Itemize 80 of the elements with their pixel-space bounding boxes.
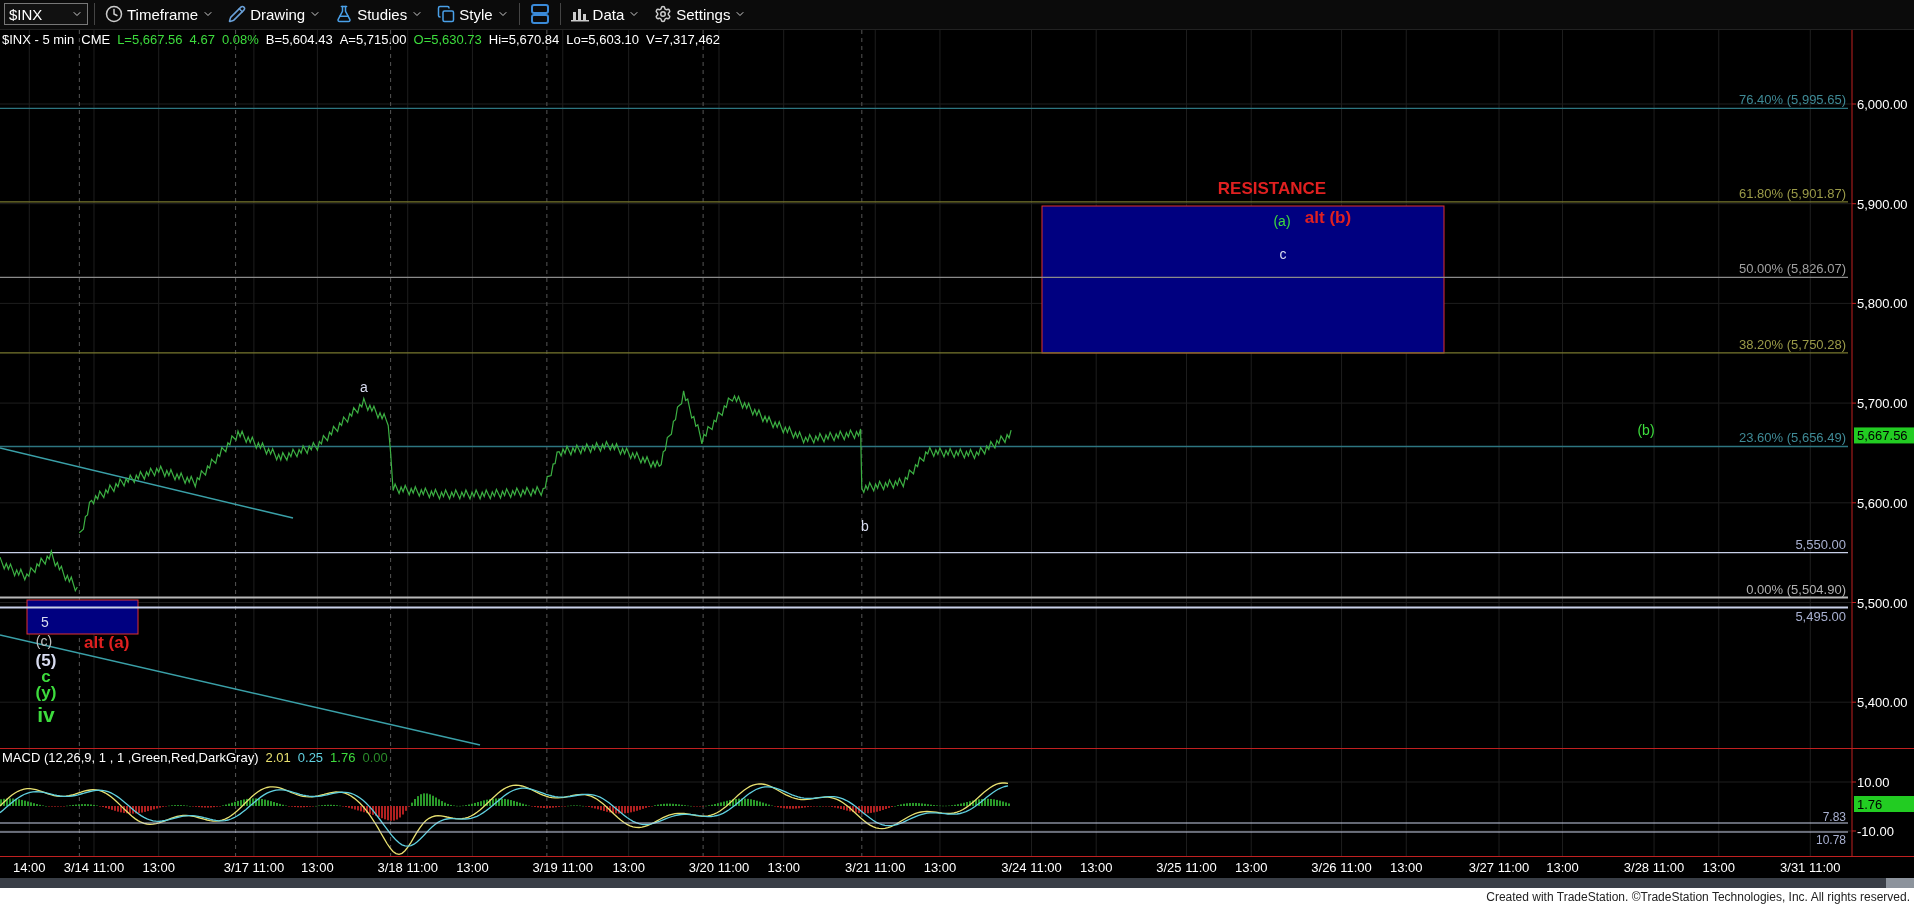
- macd-axis-label: 10.00: [1857, 774, 1890, 790]
- macd-value: 1.76: [330, 749, 356, 765]
- quote-value: L=5,667.56: [117, 31, 183, 47]
- fib-level-label: 50.00% (5,826.07): [1739, 261, 1846, 277]
- time-axis-label: 3/31 11:00: [1780, 860, 1841, 876]
- wave-label: (c): [35, 632, 53, 649]
- wave-label: alt (a): [84, 633, 130, 653]
- quote-value: V=7,317,462: [645, 31, 721, 47]
- time-axis-label: 3/25 11:00: [1156, 860, 1217, 876]
- time-axis-label: 3/26 11:00: [1311, 860, 1372, 876]
- quote-value: B=5,604.43: [265, 31, 333, 47]
- time-axis-label: 13:00: [456, 860, 489, 876]
- time-axis-label: 13:00: [301, 860, 334, 876]
- time-axis-label: 13:00: [767, 860, 800, 876]
- symbol-field[interactable]: $INX: [4, 3, 88, 26]
- wave-label: c: [1279, 245, 1287, 262]
- macd-level-label: 10.78: [1815, 832, 1846, 847]
- price-axis-label: 5,600.00: [1857, 495, 1908, 511]
- price-level-label: 5,550.00: [1795, 536, 1846, 552]
- quote-value: 4.67: [189, 31, 215, 47]
- price-level-label: 5,495.00: [1795, 609, 1846, 625]
- time-axis-label: 13:00: [142, 860, 175, 876]
- time-axis-label: 3/17 11:00: [223, 860, 285, 876]
- time-axis-label: 3/18 11:00: [377, 860, 438, 876]
- macd-axis-label: -10.00: [1857, 823, 1894, 839]
- fib-level-label: 38.20% (5,750.28): [1739, 336, 1846, 352]
- wave-label: a: [360, 378, 368, 395]
- price-axis-label: 5,800.00: [1857, 296, 1908, 312]
- menu-button[interactable]: Studies: [331, 1, 428, 28]
- wave-label: b: [861, 517, 869, 534]
- macd-level-label: 7.83: [1822, 809, 1846, 824]
- copyright-text: Created with TradeStation. ©TradeStation Technologies, Inc. All rights reserved.: [0, 888, 1914, 906]
- time-axis-label: 3/24 11:00: [1001, 860, 1062, 876]
- time-axis-label: 13:00: [612, 860, 645, 876]
- fib-level-label: 61.80% (5,901.87): [1739, 185, 1846, 201]
- last-value-badge: 1.76: [1854, 795, 1914, 812]
- wave-label: 5: [41, 613, 49, 630]
- time-axis-label: 3/14 11:00: [63, 860, 125, 876]
- time-axis-label: 13:00: [923, 860, 957, 876]
- menu-button[interactable]: Drawing: [224, 1, 326, 28]
- time-axis-label: 13:00: [1389, 860, 1423, 876]
- wave-label: RESISTANCE: [1217, 179, 1327, 199]
- chart-title: $INX - 5 min: [2, 31, 75, 47]
- price-axis-label: 5,700.00: [1857, 395, 1908, 411]
- time-axis-label: 13:00: [1702, 860, 1735, 876]
- price-axis-label: 5,900.00: [1857, 196, 1908, 212]
- time-axis-label: 3/27 11:00: [1468, 860, 1530, 876]
- time-axis-label: 3/28 11:00: [1623, 860, 1685, 876]
- wave-label: iv: [37, 702, 55, 726]
- macd-value: 0.00: [362, 749, 388, 765]
- fib-level-label: 23.60% (5,656.49): [1739, 430, 1846, 446]
- menu-button[interactable]: Style: [433, 1, 513, 28]
- price-axis-label: 5,500.00: [1857, 595, 1908, 611]
- wave-label: (a): [1273, 212, 1291, 229]
- price-axis-label: 5,400.00: [1857, 695, 1908, 711]
- price-axis-label: 6,000.00: [1857, 96, 1908, 112]
- exchange-label: CME: [81, 31, 111, 47]
- menu-button[interactable]: Settings: [650, 1, 751, 28]
- wave-label: alt (b): [1304, 208, 1352, 228]
- time-axis-label: 13:00: [1079, 860, 1113, 876]
- menu-button[interactable]: Data: [566, 1, 645, 28]
- time-axis-label: 3/20 11:00: [688, 860, 750, 876]
- time-axis-label: 14:00: [13, 860, 46, 876]
- quote-value: Hi=5,670.84: [488, 31, 560, 47]
- macd-value: 2.01: [265, 749, 291, 765]
- quote-value: Lo=5,603.10: [566, 31, 639, 47]
- time-axis-label: 3/19 11:00: [532, 860, 593, 876]
- macd-value: 0.25: [297, 749, 324, 765]
- quote-value: 0.08%: [221, 31, 259, 47]
- fib-level-label: 0.00% (5,504.90): [1746, 581, 1846, 597]
- time-axis-label: 13:00: [1546, 860, 1579, 876]
- wave-label: (b): [1637, 421, 1655, 438]
- fib-level-label: 76.40% (5,995.65): [1739, 92, 1846, 108]
- time-axis-label: 13:00: [1234, 860, 1268, 876]
- time-axis-label: 3/21 11:00: [845, 860, 906, 876]
- quote-value: A=5,715.00: [339, 31, 407, 47]
- quote-value: O=5,630.73: [413, 31, 482, 47]
- macd-label: MACD (12,26,9, 1 , 1 ,Green,Red,DarkGray): [2, 749, 259, 765]
- last-price-badge: 5,667.56: [1854, 427, 1914, 444]
- menu-button[interactable]: Timeframe: [101, 1, 219, 28]
